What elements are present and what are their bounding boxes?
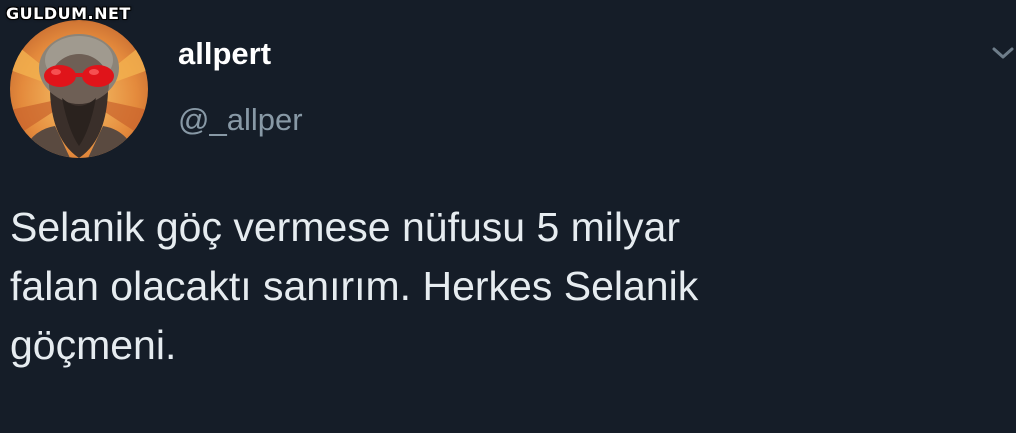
- tweet-text: Selanik göç vermese nüfusu 5 milyar fala…: [10, 204, 699, 368]
- avatar[interactable]: [10, 20, 148, 158]
- avatar-image: [10, 20, 148, 158]
- tweet-card: GULDUM.NET allpert @_allper Selanik göç …: [0, 0, 1016, 433]
- chevron-down-icon[interactable]: [990, 44, 1016, 62]
- display-name[interactable]: allpert: [178, 38, 271, 69]
- user-handle[interactable]: @_allper: [178, 104, 303, 135]
- watermark: GULDUM.NET: [6, 4, 131, 23]
